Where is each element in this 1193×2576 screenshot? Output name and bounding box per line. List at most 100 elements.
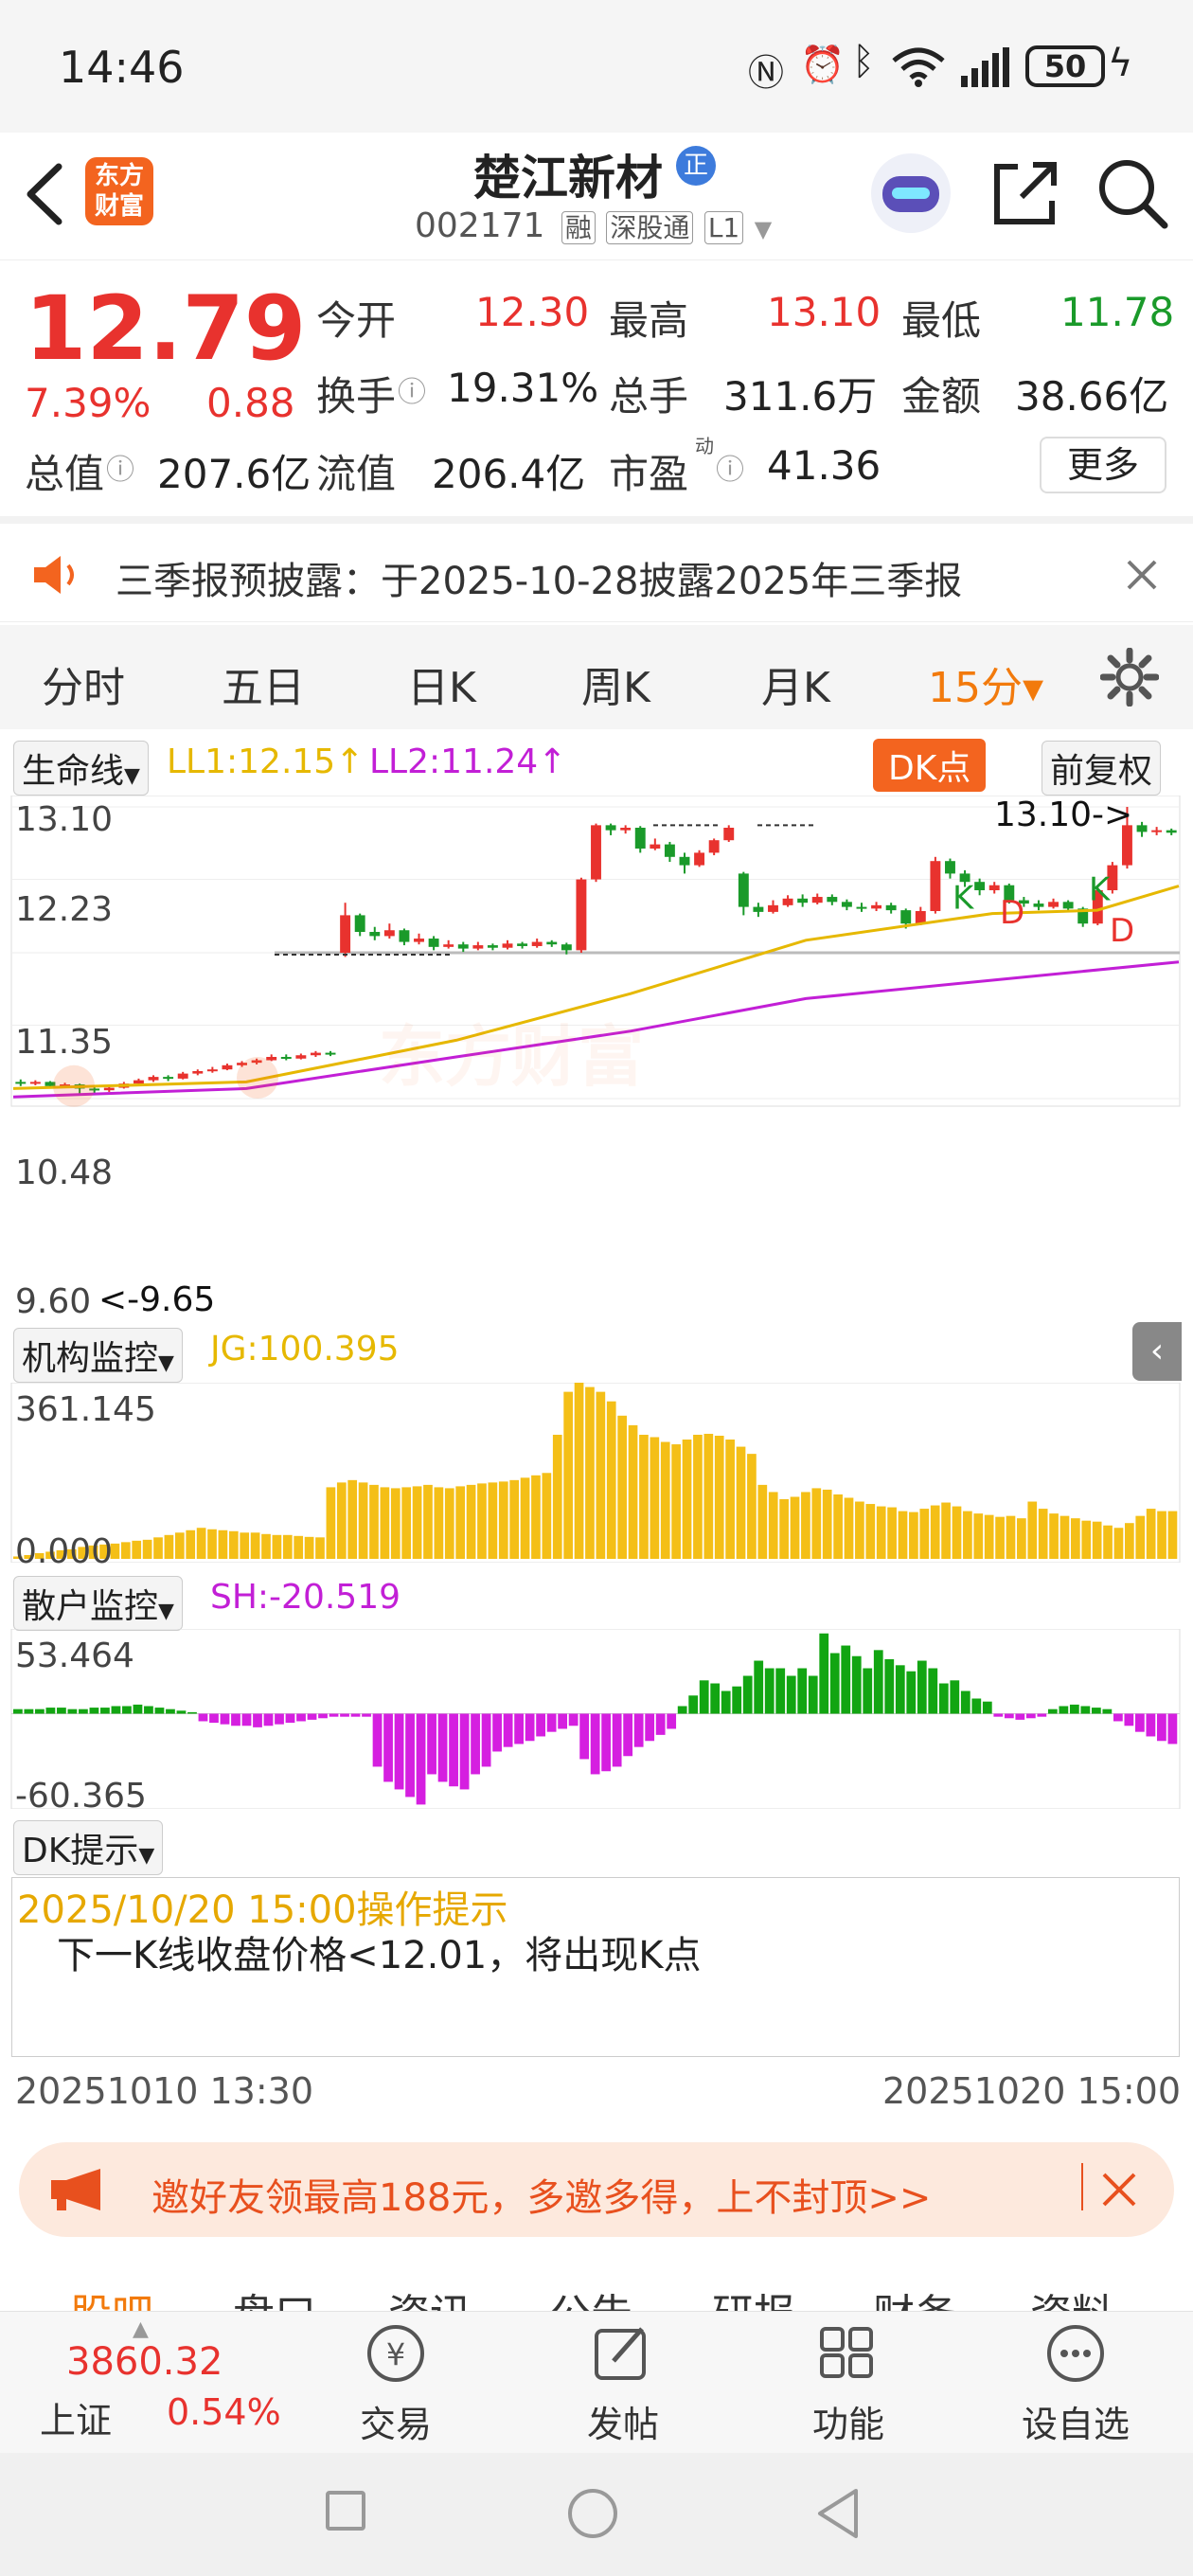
jg-bar: [768, 1492, 778, 1559]
sh-bar: [1047, 1708, 1058, 1714]
candle-body: [340, 915, 351, 953]
candle-body: [768, 904, 778, 912]
tab-research[interactable]: 研报: [712, 2281, 795, 2313]
info-icon[interactable]: ⓘ: [398, 368, 426, 410]
last-price: 12.79: [25, 277, 307, 381]
jg-bar: [725, 1440, 735, 1559]
sh-bar: [285, 1713, 295, 1724]
sh-bar: [863, 1668, 873, 1714]
bluetooth-icon: ᛒ: [852, 40, 875, 83]
tab-15min[interactable]: 15分▾: [928, 653, 1043, 714]
tab-announcements[interactable]: 公告: [549, 2281, 632, 2313]
candle-body: [310, 1052, 321, 1056]
open-value: 12.30: [475, 289, 590, 335]
more-icon: [1047, 2325, 1104, 2382]
adjust-selector[interactable]: 前复权: [1042, 741, 1162, 796]
status-bar: 14:46 Ⓝ ⏰ ᛒ 50 ϟ: [0, 0, 1193, 133]
dk-point-button[interactable]: DK点: [873, 739, 987, 792]
tab-monthly-k[interactable]: 月K: [761, 653, 830, 714]
candle-body: [708, 840, 720, 853]
back-icon[interactable]: [21, 161, 68, 227]
logo-line-1: 东方: [94, 162, 144, 190]
jg-bar: [218, 1530, 228, 1559]
sh-bar: [231, 1713, 240, 1726]
close-icon[interactable]: [1100, 2171, 1138, 2209]
detail-tabs: 股吧 盘口 资讯 公告 研报 财务 资料: [0, 2256, 1193, 2313]
jg-bar: [380, 1487, 390, 1559]
more-button[interactable]: 更多: [1040, 437, 1166, 493]
speaker-icon: [34, 556, 74, 594]
sh-bar: [906, 1671, 917, 1714]
tab-orderbook[interactable]: 盘口: [233, 2281, 316, 2313]
close-icon[interactable]: [1125, 558, 1159, 592]
indicator-selector-sh[interactable]: 散户监控▼: [13, 1576, 183, 1631]
tab-weekly-k[interactable]: 周K: [581, 653, 650, 714]
logo-line-2: 财富: [94, 192, 144, 221]
sh-bar: [568, 1713, 579, 1726]
candle-body: [192, 1070, 204, 1074]
jg-bar: [412, 1486, 422, 1559]
settings-icon[interactable]: [1100, 648, 1159, 707]
jg-bar-chart: [10, 1383, 1181, 1563]
dk-tip-selector[interactable]: DK提示▼: [13, 1820, 164, 1875]
share-icon[interactable]: [989, 157, 1061, 229]
recents-button[interactable]: [326, 2491, 365, 2531]
sh-bar: [546, 1713, 557, 1732]
candle-body: [354, 915, 365, 932]
nav-functions[interactable]: 功能: [782, 2321, 915, 2447]
ll2-value: LL2:11.24↑: [369, 742, 567, 781]
sh-bar: [612, 1713, 622, 1767]
chevron-down-icon[interactable]: ▼: [755, 216, 772, 242]
collapse-panel-icon[interactable]: ‹: [1132, 1322, 1182, 1381]
sh-bar: [993, 1713, 1004, 1717]
tab-daily-k[interactable]: 日K: [407, 653, 476, 714]
sh-bar: [198, 1713, 208, 1722]
invite-banner[interactable]: 邀好友领最高188元，多邀多得，上不封顶>>: [19, 2142, 1174, 2237]
jg-bar: [779, 1499, 789, 1559]
sh-bar: [1146, 1713, 1156, 1737]
sh-bar: [688, 1695, 699, 1714]
back-nav-button[interactable]: [814, 2487, 864, 2540]
info-icon[interactable]: ⓘ: [106, 446, 134, 488]
tab-financials[interactable]: 财务: [873, 2281, 956, 2313]
sh-bar: [786, 1675, 796, 1714]
ll1-value: LL1:12.15↑: [167, 742, 365, 781]
tab-profile[interactable]: 资料: [1030, 2281, 1113, 2313]
nav-label: 交易: [359, 2404, 432, 2445]
indicator-selector-jg[interactable]: 机构监控▼: [13, 1328, 183, 1383]
home-button[interactable]: [568, 2489, 617, 2538]
sh-bar: [133, 1704, 143, 1714]
tab-intraday[interactable]: 分时: [42, 653, 125, 714]
sh-bar: [24, 1708, 34, 1714]
assistant-avatar[interactable]: [871, 153, 951, 233]
sh-bar: [655, 1713, 666, 1735]
info-icon[interactable]: ⓘ: [716, 446, 744, 488]
tab-forum[interactable]: 股吧: [70, 2281, 153, 2313]
indicator-selector-main[interactable]: 生命线▼: [13, 741, 149, 796]
jg-bar: [358, 1482, 368, 1559]
jg-bar: [1167, 1511, 1178, 1559]
jg-bar: [703, 1433, 714, 1559]
turnover-label: 换手: [316, 373, 397, 420]
d-signal: D: [1000, 894, 1024, 932]
nav-add-watchlist[interactable]: 设自选: [1009, 2321, 1142, 2447]
jg-ymax: 361.145: [15, 1390, 156, 1429]
nav-label: 设自选: [1021, 2404, 1130, 2445]
jg-bar: [423, 1484, 433, 1559]
search-icon[interactable]: [1095, 155, 1170, 231]
dk-tip-label: DK提示: [22, 1832, 139, 1870]
candle-body: [133, 1080, 144, 1084]
jg-bar: [261, 1533, 271, 1559]
notice-bar[interactable]: 三季报预披露：于2025-10-28披露2025年三季报: [0, 516, 1193, 622]
candle-body: [679, 856, 690, 866]
index-ticker[interactable]: 3860.32: [66, 2340, 223, 2384]
jg-bar: [660, 1441, 670, 1559]
nav-post[interactable]: 发帖: [557, 2321, 689, 2447]
jg-bar: [909, 1512, 918, 1559]
index-change: 0.54%: [167, 2391, 281, 2433]
jg-bar: [671, 1444, 681, 1559]
nav-trade[interactable]: ¥ 交易: [329, 2321, 462, 2447]
candle-body: [591, 825, 601, 880]
tab-news[interactable]: 资讯: [388, 2281, 472, 2313]
tab-five-day[interactable]: 五日: [222, 653, 305, 714]
